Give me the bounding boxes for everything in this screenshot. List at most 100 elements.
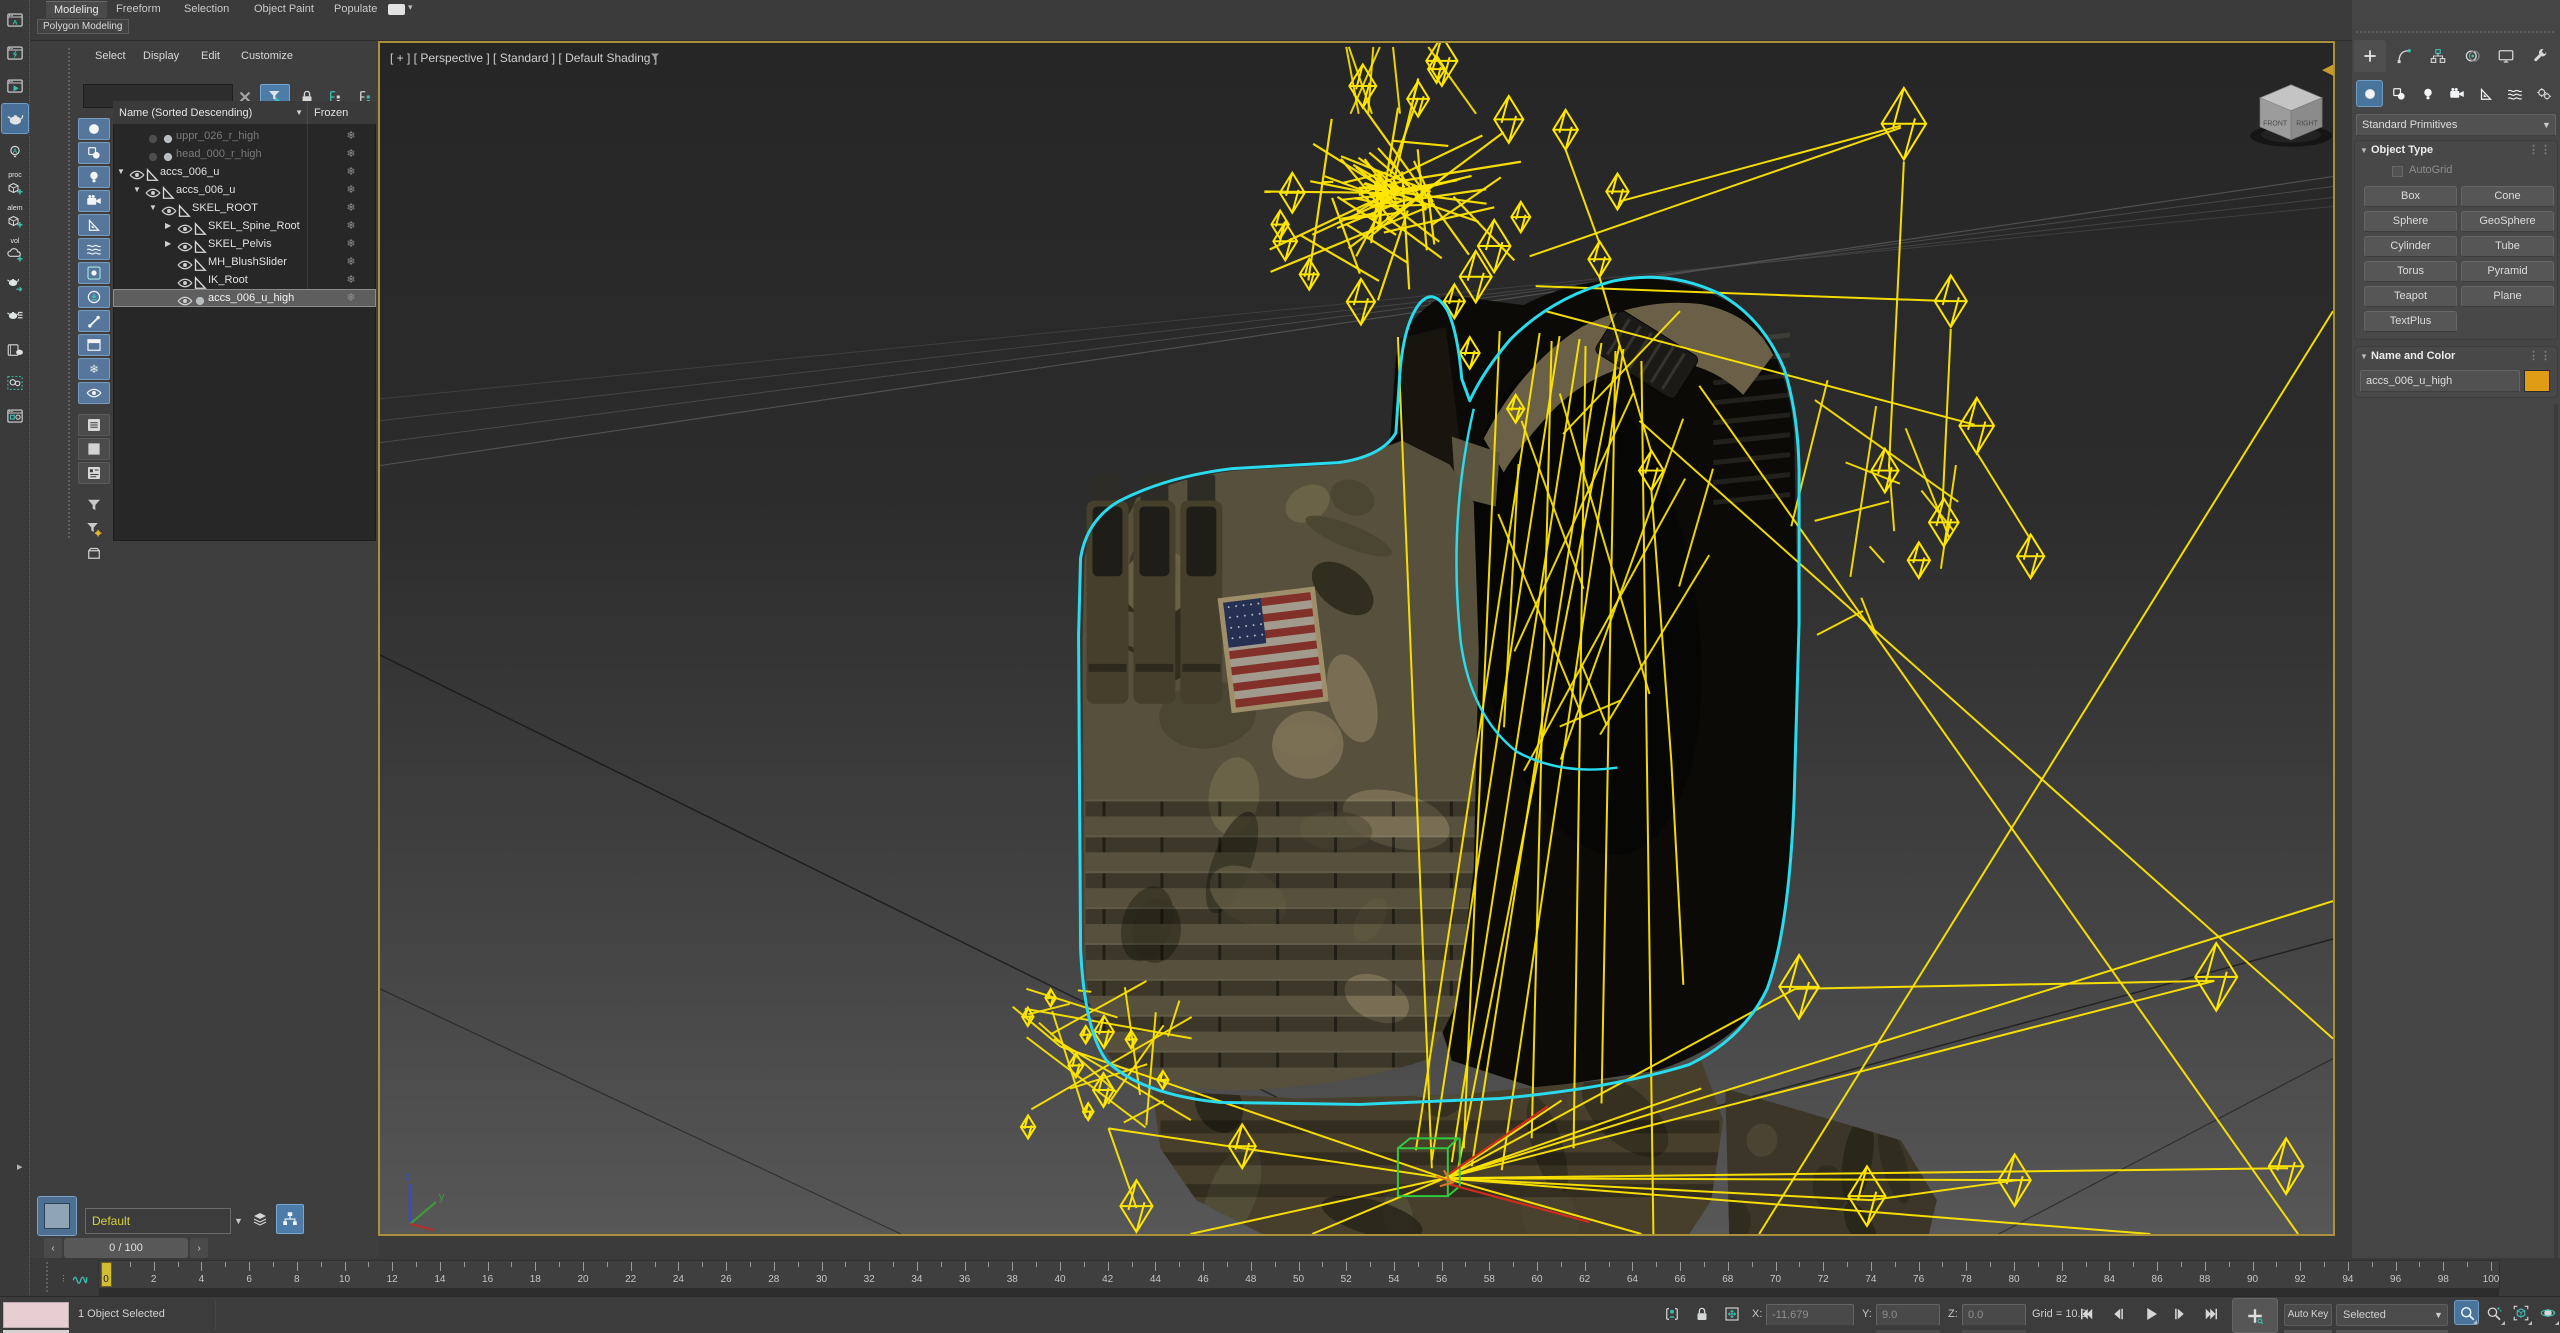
panel-tab-motion[interactable]: [2456, 40, 2488, 72]
explorer-drag-handle[interactable]: [68, 48, 70, 538]
primitive-button-cylinder[interactable]: Cylinder: [2364, 236, 2457, 257]
left-toolbar-proc[interactable]: proc: [1, 169, 29, 200]
timeline-frame-label[interactable]: 34: [905, 1274, 929, 1285]
timeline-frame-label[interactable]: 48: [1239, 1274, 1263, 1285]
left-toolbar-teapot-list[interactable]: [1, 301, 29, 332]
visibility-icon[interactable]: [176, 274, 191, 287]
timeline-frame-label[interactable]: 92: [2288, 1274, 2312, 1285]
explorer-menu-select[interactable]: Select: [95, 50, 126, 62]
explorer-column-frozen[interactable]: Frozen: [307, 101, 376, 125]
rollout-grip-icon[interactable]: ⋮⋮: [2528, 347, 2552, 365]
expander-icon[interactable]: ▼: [117, 163, 128, 181]
panel-tab-plus[interactable]: [2354, 40, 2386, 72]
workspace-dropdown[interactable]: Default: [85, 1208, 231, 1234]
left-toolbar-teapot[interactable]: [1, 103, 29, 134]
frozen-icon[interactable]: ❄: [331, 217, 371, 235]
visibility-icon[interactable]: [144, 148, 159, 161]
ribbon-minimize-caret[interactable]: ▾: [408, 2, 413, 13]
timeline-frame-label[interactable]: 30: [810, 1274, 834, 1285]
left-toolbar-window-bolt[interactable]: [1, 37, 29, 68]
timeline-frame-label[interactable]: 70: [1764, 1274, 1788, 1285]
explorer-filter-list[interactable]: [78, 414, 110, 436]
frame-indicator[interactable]: 0 / 100: [64, 1238, 188, 1258]
object-color-swatch[interactable]: [2524, 370, 2550, 392]
explorer-hierarchy-button[interactable]: [276, 1204, 304, 1234]
coord-z-field[interactable]: 0.0: [1962, 1304, 2026, 1326]
node-label[interactable]: SKEL_Spine_Root: [208, 217, 300, 235]
explorer-row-head_000_r_high[interactable]: head_000_r_high❄: [113, 145, 376, 163]
autogrid-checkbox[interactable]: [2392, 166, 2403, 177]
explorer-row-accs_006_u[interactable]: ▼accs_006_u❄: [113, 163, 376, 181]
mini-curve-editor-button[interactable]: ⋮: [54, 1264, 94, 1292]
explorer-filter-funnel[interactable]: [78, 494, 110, 516]
left-toolbar-window-shapes[interactable]: [1, 400, 29, 431]
visibility-icon[interactable]: [176, 220, 191, 233]
left-toolbar-vol[interactable]: vol: [1, 235, 29, 266]
ribbon-panel-label[interactable]: Polygon Modeling: [37, 19, 129, 34]
explorer-filter-funnel-gear[interactable]: [78, 518, 110, 540]
explorer-filter-blank[interactable]: [78, 438, 110, 460]
t-next-button[interactable]: [2167, 1302, 2193, 1326]
node-label[interactable]: uppr_026_r_high: [176, 127, 259, 145]
explorer-row-accs_006_u[interactable]: ▼accs_006_u❄: [113, 181, 376, 199]
node-label[interactable]: SKEL_Pelvis: [208, 235, 272, 253]
viewcube-front-face[interactable]: FRONT: [2263, 121, 2288, 128]
node-label[interactable]: accs_006_u: [176, 181, 235, 199]
coord-x-field[interactable]: -11.679: [1766, 1304, 1854, 1326]
timeline-frame-label[interactable]: 90: [2241, 1274, 2265, 1285]
category-bulb[interactable]: [2414, 80, 2441, 107]
explorer-filter-boxopen[interactable]: [78, 542, 110, 564]
timeline-frame-label[interactable]: 20: [571, 1274, 595, 1285]
nav-orbit-button[interactable]: [2535, 1300, 2560, 1325]
frozen-icon[interactable]: ❄: [331, 271, 371, 289]
explorer-menu-display[interactable]: Display: [143, 50, 179, 62]
workspace-dropdown-caret[interactable]: ▼: [234, 1216, 243, 1226]
visibility-icon[interactable]: [176, 292, 191, 305]
explorer-row-SKEL_Spine_Root[interactable]: ▶SKEL_Spine_Root❄: [113, 217, 376, 235]
left-toolbar-book-teapot[interactable]: [1, 334, 29, 365]
primitive-category-dropdown[interactable]: Standard Primitives: [2356, 114, 2556, 136]
category-geo[interactable]: [2356, 80, 2383, 107]
visibility-icon[interactable]: [144, 184, 159, 197]
visibility-icon[interactable]: [176, 256, 191, 269]
timeline-frame-label[interactable]: 58: [1477, 1274, 1501, 1285]
category-camera[interactable]: [2443, 80, 2470, 107]
explorer-filter-bonechip[interactable]: [78, 262, 110, 284]
timeline-frame-label[interactable]: 28: [762, 1274, 786, 1285]
command-panel-scrollbar[interactable]: [2554, 404, 2558, 1329]
frozen-icon[interactable]: ❄: [331, 253, 371, 271]
timeline-frame-label[interactable]: 82: [2050, 1274, 2074, 1285]
explorer-filter-framewin[interactable]: [78, 334, 110, 356]
left-toolbar-teapot-arrow[interactable]: [1, 268, 29, 299]
object-name-field[interactable]: [2360, 370, 2520, 392]
timeline-frame-label[interactable]: 36: [953, 1274, 977, 1285]
left-toolbar-window-a[interactable]: A: [1, 4, 29, 35]
frozen-icon[interactable]: ❄: [331, 181, 371, 199]
timeline-frame-label[interactable]: 94: [2336, 1274, 2360, 1285]
explorer-filter-eye[interactable]: [78, 382, 110, 404]
tab-modeling[interactable]: Modeling: [46, 1, 107, 18]
explorer-row-SKEL_Pelvis[interactable]: ▶SKEL_Pelvis❄: [113, 235, 376, 253]
timeline-frame-label[interactable]: 60: [1525, 1274, 1549, 1285]
panel-tab-hier[interactable]: [2422, 40, 2454, 72]
timeline-frame-label[interactable]: 14: [428, 1274, 452, 1285]
timeline-frame-label[interactable]: 22: [619, 1274, 643, 1285]
explorer-menu-customize[interactable]: Customize: [241, 50, 293, 62]
explorer-filter-helper[interactable]: [78, 214, 110, 236]
timeline-frame-label[interactable]: 74: [1859, 1274, 1883, 1285]
node-label[interactable]: MH_BlushSlider: [208, 253, 287, 271]
primitive-button-tube[interactable]: Tube: [2461, 236, 2554, 257]
primitive-button-box[interactable]: Box: [2364, 186, 2457, 207]
auto-key-button[interactable]: Auto Key: [2284, 1304, 2332, 1326]
nav-mag-button[interactable]: [2454, 1300, 2479, 1325]
timeline-frame-label[interactable]: 18: [523, 1274, 547, 1285]
tab-selection[interactable]: Selection: [176, 1, 237, 18]
explorer-filter-bone[interactable]: [78, 310, 110, 332]
timeline-frame-label[interactable]: 8: [285, 1274, 309, 1285]
viewport[interactable]: FRONT RIGHT z y [ + ] [ Perspective ] [ …: [378, 41, 2335, 1236]
t-end-button[interactable]: [2198, 1302, 2224, 1326]
visibility-icon[interactable]: [160, 202, 175, 215]
explorer-filter-list2[interactable]: [78, 462, 110, 484]
workspace-button[interactable]: [37, 1196, 77, 1236]
ribbon-minimize-icon[interactable]: [388, 4, 405, 15]
